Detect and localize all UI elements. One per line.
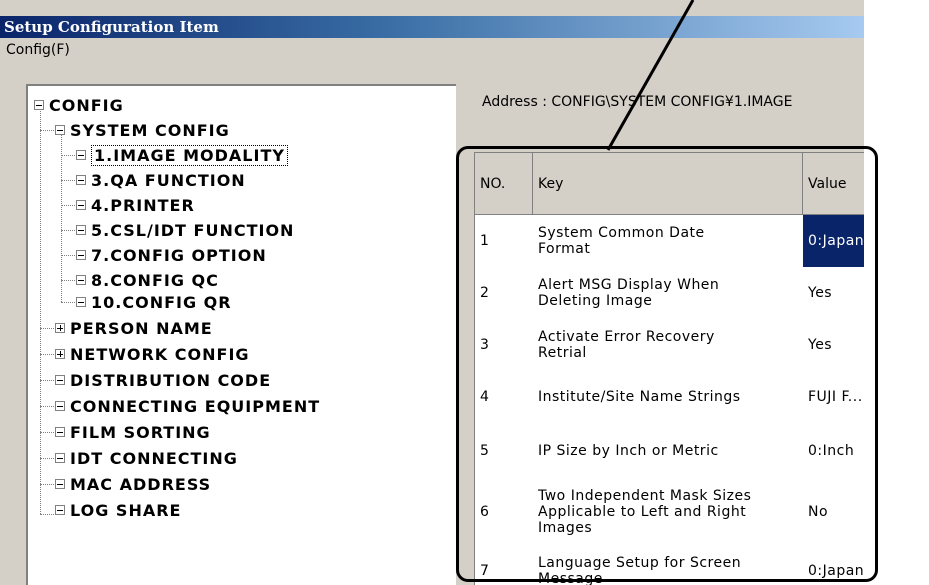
- callout-frame: [456, 146, 878, 582]
